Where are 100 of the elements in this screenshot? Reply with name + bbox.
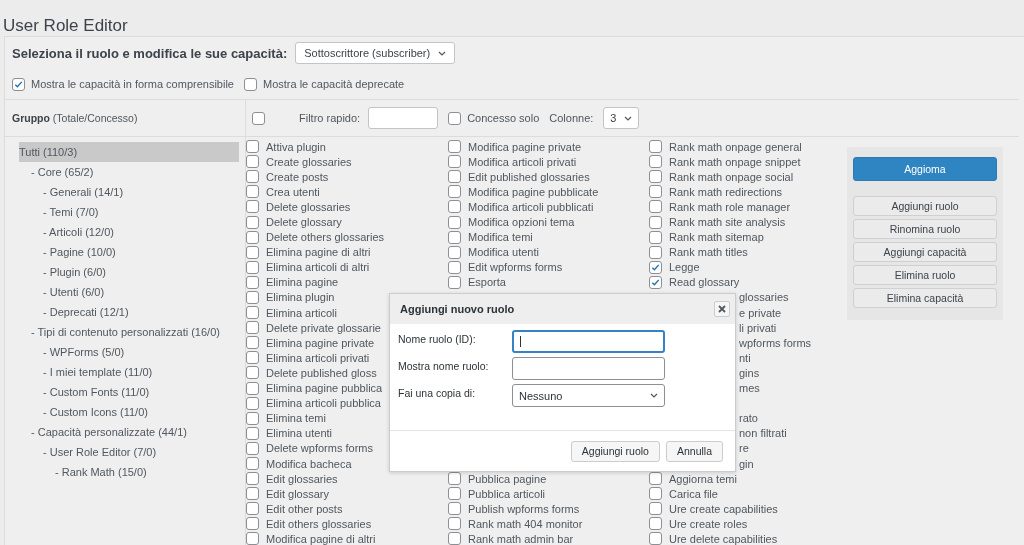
checkbox[interactable] <box>649 532 662 545</box>
role-select[interactable]: Sottoscrittore (subscriber) <box>295 42 456 64</box>
checkbox[interactable] <box>448 185 461 199</box>
dialog-button[interactable]: Annulla <box>665 440 723 462</box>
action-button[interactable]: Rinomina ruolo <box>853 219 997 239</box>
checkbox[interactable] <box>12 77 25 91</box>
checkbox[interactable] <box>246 396 259 410</box>
checkbox[interactable] <box>246 155 259 169</box>
checkbox[interactable] <box>246 306 259 320</box>
checkbox[interactable] <box>649 170 662 184</box>
action-button[interactable]: Aggiungi ruolo <box>853 196 997 216</box>
capability-label: Delete wpforms forms <box>266 442 373 455</box>
select-value: Nessuno <box>519 389 563 402</box>
checkbox[interactable] <box>246 140 259 154</box>
checkbox[interactable] <box>246 411 259 425</box>
checkbox[interactable] <box>448 532 461 545</box>
checkbox[interactable] <box>246 351 259 365</box>
tree-item[interactable]: - Capacità personalizzate (44/1) <box>31 422 239 442</box>
checkbox[interactable] <box>246 260 259 274</box>
tree-item[interactable]: - Pagine (10/0) <box>43 242 239 262</box>
tree-item[interactable]: - Generali (14/1) <box>43 182 239 202</box>
tree-item[interactable]: - User Role Editor (7/0) <box>43 442 239 462</box>
capability-label: Delete published gloss <box>266 366 377 379</box>
checkbox[interactable] <box>448 275 461 289</box>
capability-label: Elimina pagine pubblica <box>266 382 383 395</box>
tree-item[interactable]: - Plugin (6/0) <box>43 262 239 282</box>
checkbox[interactable] <box>448 200 461 214</box>
tree-item[interactable]: - Temi (7/0) <box>43 202 239 222</box>
checkbox[interactable] <box>246 336 259 350</box>
checkbox[interactable] <box>649 487 662 501</box>
tree-item[interactable]: - Core (65/2) <box>31 162 239 182</box>
copy-select[interactable]: Nessuno <box>512 384 665 407</box>
checkbox[interactable] <box>649 155 662 169</box>
tree-item[interactable]: - I miei template (11/0) <box>43 362 239 382</box>
checkbox[interactable] <box>246 366 259 380</box>
checkbox[interactable] <box>448 502 461 516</box>
checkbox[interactable] <box>246 245 259 259</box>
checkbox[interactable] <box>246 457 259 470</box>
update-button[interactable]: Aggioma <box>853 157 997 181</box>
checkbox[interactable] <box>246 291 259 304</box>
checkbox[interactable] <box>246 275 259 289</box>
checkbox[interactable] <box>246 381 259 395</box>
checkbox[interactable] <box>244 77 257 91</box>
checkbox[interactable] <box>246 487 259 501</box>
checkbox[interactable] <box>448 517 461 531</box>
checkbox[interactable] <box>246 472 259 486</box>
tree-item[interactable]: - Custom Icons (11/0) <box>43 402 239 422</box>
checkbox[interactable] <box>246 426 259 440</box>
tree-item[interactable]: - Deprecati (12/1) <box>43 302 239 322</box>
checkbox[interactable] <box>448 260 461 274</box>
tree-item[interactable]: - Tipi di contenuto personalizzati (16/0) <box>31 322 239 342</box>
checkbox[interactable] <box>246 441 259 455</box>
tree-item[interactable]: - Utenti (6/0) <box>43 282 239 302</box>
checkbox[interactable] <box>649 472 662 486</box>
checkbox[interactable] <box>448 140 461 154</box>
checkbox[interactable] <box>246 185 259 199</box>
capability-label: mes <box>739 382 760 395</box>
tree-item[interactable]: - Articoli (12/0) <box>43 222 239 242</box>
checkbox[interactable] <box>448 230 461 244</box>
checkbox[interactable] <box>246 170 259 184</box>
capability-label: Ure create capabilities <box>669 502 778 515</box>
checkbox[interactable] <box>649 230 662 244</box>
checkbox[interactable] <box>246 230 259 244</box>
checkbox[interactable] <box>252 111 265 125</box>
checkbox[interactable] <box>448 111 462 125</box>
checkbox[interactable] <box>246 321 259 335</box>
checkbox[interactable] <box>649 200 662 214</box>
checkbox[interactable] <box>649 215 662 229</box>
checkbox[interactable] <box>246 502 259 516</box>
input-field[interactable] <box>512 357 665 380</box>
tree-item[interactable]: - Custom Fonts (11/0) <box>43 382 239 402</box>
checkbox[interactable] <box>649 185 662 199</box>
input-field[interactable] <box>512 330 665 353</box>
tree-item[interactable]: Tutti (110/3) <box>19 142 239 162</box>
checkbox[interactable] <box>649 275 662 289</box>
filter-field[interactable] <box>368 107 439 129</box>
checkbox[interactable] <box>246 215 259 229</box>
checkbox[interactable] <box>649 502 662 516</box>
capability-label: Esporta <box>468 276 506 289</box>
checkbox[interactable] <box>448 487 461 501</box>
checkbox[interactable] <box>649 260 662 274</box>
checkbox[interactable] <box>246 532 259 545</box>
checkbox[interactable] <box>246 517 259 531</box>
checkbox[interactable] <box>448 472 461 486</box>
columns-select[interactable]: 3 <box>603 107 640 129</box>
tree-item[interactable]: - WPForms (5/0) <box>43 342 239 362</box>
checkbox[interactable] <box>448 170 461 184</box>
action-button[interactable]: Elimina capacità <box>853 288 997 308</box>
action-button[interactable]: Elimina ruolo <box>853 265 997 285</box>
tree-item[interactable]: - Rank Math (15/0) <box>55 462 239 482</box>
checkbox[interactable] <box>448 245 461 259</box>
checkbox[interactable] <box>448 215 461 229</box>
dialog-button[interactable]: Aggiungi ruolo <box>570 440 660 462</box>
close-button[interactable] <box>714 301 730 317</box>
checkbox[interactable] <box>649 245 662 259</box>
checkbox[interactable] <box>649 517 662 531</box>
checkbox[interactable] <box>448 155 461 169</box>
checkbox[interactable] <box>649 140 662 154</box>
checkbox[interactable] <box>246 200 259 214</box>
action-button[interactable]: Aggiungi capacità <box>853 242 997 262</box>
